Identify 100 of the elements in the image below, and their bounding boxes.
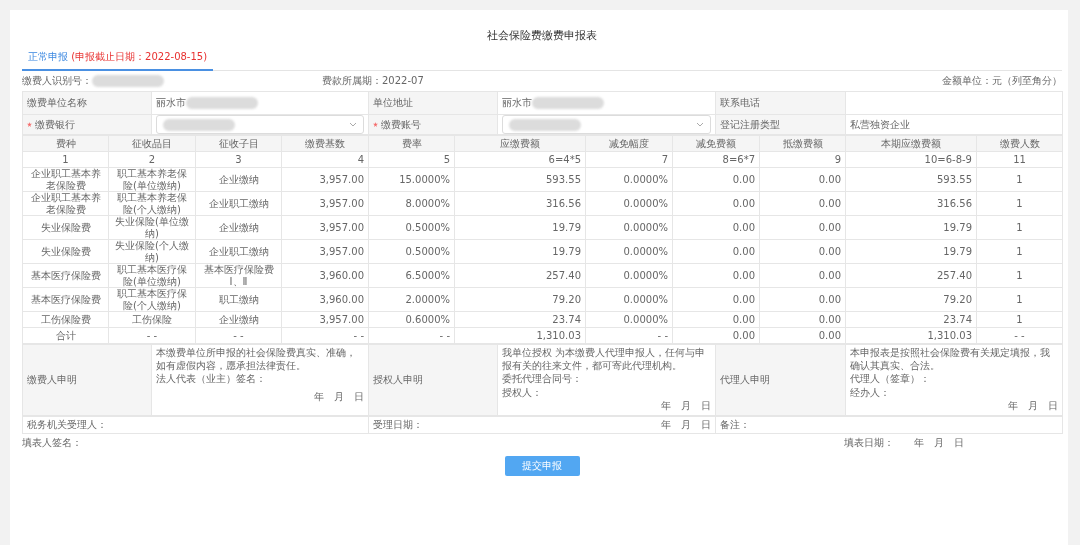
table-cell: 23.74 [454, 311, 586, 328]
table-cell: 3,957.00 [281, 239, 369, 264]
declaration-text: 委托代理合同号： [502, 373, 583, 386]
field-label: 缴费单位名称 [27, 97, 87, 109]
table-cell: 基本医疗保险费 [22, 263, 109, 288]
table-cell: 0.00 [759, 287, 846, 312]
table-cell: 1 [976, 215, 1063, 240]
table-cell: 79.20 [454, 287, 586, 312]
table-cell: 0.00 [672, 167, 760, 192]
table-cell: 职工基本医疗保险(单位缴纳) [108, 263, 196, 288]
table-cell: 3,960.00 [281, 263, 369, 288]
declaration-text: 我单位授权 为本缴费人代理申报人，任何与申报有关的往来文件，都可寄此代理机构。 [502, 347, 707, 372]
table-cell: 0.00 [672, 191, 760, 216]
table-cell: 0.00 [759, 239, 846, 264]
table-cell: 6=4*5 [454, 151, 586, 168]
date-text: 日 [701, 418, 711, 431]
table-cell: 593.55 [845, 167, 977, 192]
table-cell: 257.40 [454, 263, 586, 288]
table-cell: 8.0000% [368, 191, 455, 216]
remark-label: 备注： [720, 418, 750, 430]
table-cell: 0.0000% [585, 167, 673, 192]
field-label: 单位地址 [373, 97, 413, 109]
table-cell: 工伤保险 [108, 311, 196, 328]
table-cell: - - [368, 327, 455, 344]
table-cell: 3,957.00 [281, 215, 369, 240]
date-text: 年 [914, 435, 924, 450]
table-cell: 0.0000% [585, 287, 673, 312]
table-cell: 0.00 [672, 327, 760, 344]
table-cell: 企业职工缴纳 [195, 191, 282, 216]
table-cell: 0.0000% [585, 191, 673, 216]
table-cell: 11 [976, 151, 1063, 168]
payer-id-label: 缴费人识别号： [22, 74, 92, 88]
table-cell: 1,310.03 [845, 327, 977, 344]
date-text: 年 [314, 390, 324, 403]
table-cell: 职工基本养老保险(单位缴纳) [108, 167, 196, 192]
accept-date-label: 受理日期： [373, 418, 423, 431]
select-field[interactable] [156, 115, 364, 134]
accepter-label: 税务机关受理人： [27, 418, 107, 430]
table-cell: - - [195, 327, 282, 344]
date-text: 日 [1048, 400, 1058, 413]
table-cell: 0.00 [759, 263, 846, 288]
date-text: 年 [661, 400, 671, 413]
page-title: 社会保险费缴费申报表 [487, 29, 597, 42]
table-cell: 失业保险(个人缴纳) [108, 239, 196, 264]
table-cell: 1 [976, 263, 1063, 288]
field-value: 丽水市 [502, 97, 532, 109]
table-cell: 0.00 [672, 287, 760, 312]
table-cell: 1 [976, 167, 1063, 192]
table-cell: 1,310.03 [454, 327, 586, 344]
table-cell: 79.20 [845, 287, 977, 312]
table-cell: 1 [976, 287, 1063, 312]
table-cell: 职工基本医疗保险(个人缴纳) [108, 287, 196, 312]
table-cell: 3,957.00 [281, 191, 369, 216]
table-cell: 3,957.00 [281, 167, 369, 192]
table-cell: 9 [759, 151, 846, 168]
table-cell: 316.56 [454, 191, 586, 216]
table-cell: - - [108, 327, 196, 344]
table-cell: 5 [368, 151, 455, 168]
table-cell: 316.56 [845, 191, 977, 216]
table-cell: - - [585, 327, 673, 344]
declaration-label: 代理人申明 [715, 344, 846, 415]
table-cell: 4 [281, 151, 369, 168]
table-cell: 失业保险费 [22, 215, 109, 240]
table-cell: 0.00 [672, 239, 760, 264]
date-text: 日 [354, 390, 364, 403]
table-cell: 1 [976, 239, 1063, 264]
date-text: 日 [954, 435, 964, 450]
table-cell: 15.0000% [368, 167, 455, 192]
table-cell: 1 [976, 311, 1063, 328]
column-header: 费种 [22, 135, 109, 152]
date-text: 年 [1008, 400, 1018, 413]
table-cell: 职工缴纳 [195, 287, 282, 312]
chevron-down-icon [696, 122, 704, 127]
fill-date-label: 填表日期： [844, 435, 894, 450]
column-header: 本期应缴费额 [845, 135, 977, 152]
select-field[interactable] [502, 115, 711, 134]
column-header: 征收品目 [108, 135, 196, 152]
field-label: 登记注册类型 [720, 118, 780, 131]
table-cell: 1 [976, 191, 1063, 216]
table-cell: 3,957.00 [281, 311, 369, 328]
table-cell: 0.00 [759, 191, 846, 216]
declaration-label: 缴费人申明 [22, 344, 152, 415]
column-header: 减免费额 [672, 135, 760, 152]
field-value: 私营独资企业 [850, 118, 910, 131]
declaration-text: 法人代表（业主）签名： [156, 373, 267, 386]
table-cell: 6.5000% [368, 263, 455, 288]
table-cell: 0.00 [759, 327, 846, 344]
table-cell: 23.74 [845, 311, 977, 328]
column-header: 应缴费额 [454, 135, 586, 152]
table-cell: 19.79 [454, 239, 586, 264]
date-text: 月 [1028, 400, 1038, 413]
table-cell: 0.00 [759, 167, 846, 192]
table-cell: 0.0000% [585, 215, 673, 240]
declaration-label: 授权人申明 [368, 344, 498, 415]
submit-button[interactable]: 提交申报 [504, 455, 580, 476]
declaration-text: 授权人： [502, 386, 543, 399]
table-cell: 企业职工基本养老保险费 [22, 167, 109, 192]
tab[interactable]: 正常申报 (申报截止日期：2022-08-15) [22, 50, 214, 71]
table-cell: 失业保险(单位缴纳) [108, 215, 196, 240]
table-cell: 0.00 [672, 311, 760, 328]
